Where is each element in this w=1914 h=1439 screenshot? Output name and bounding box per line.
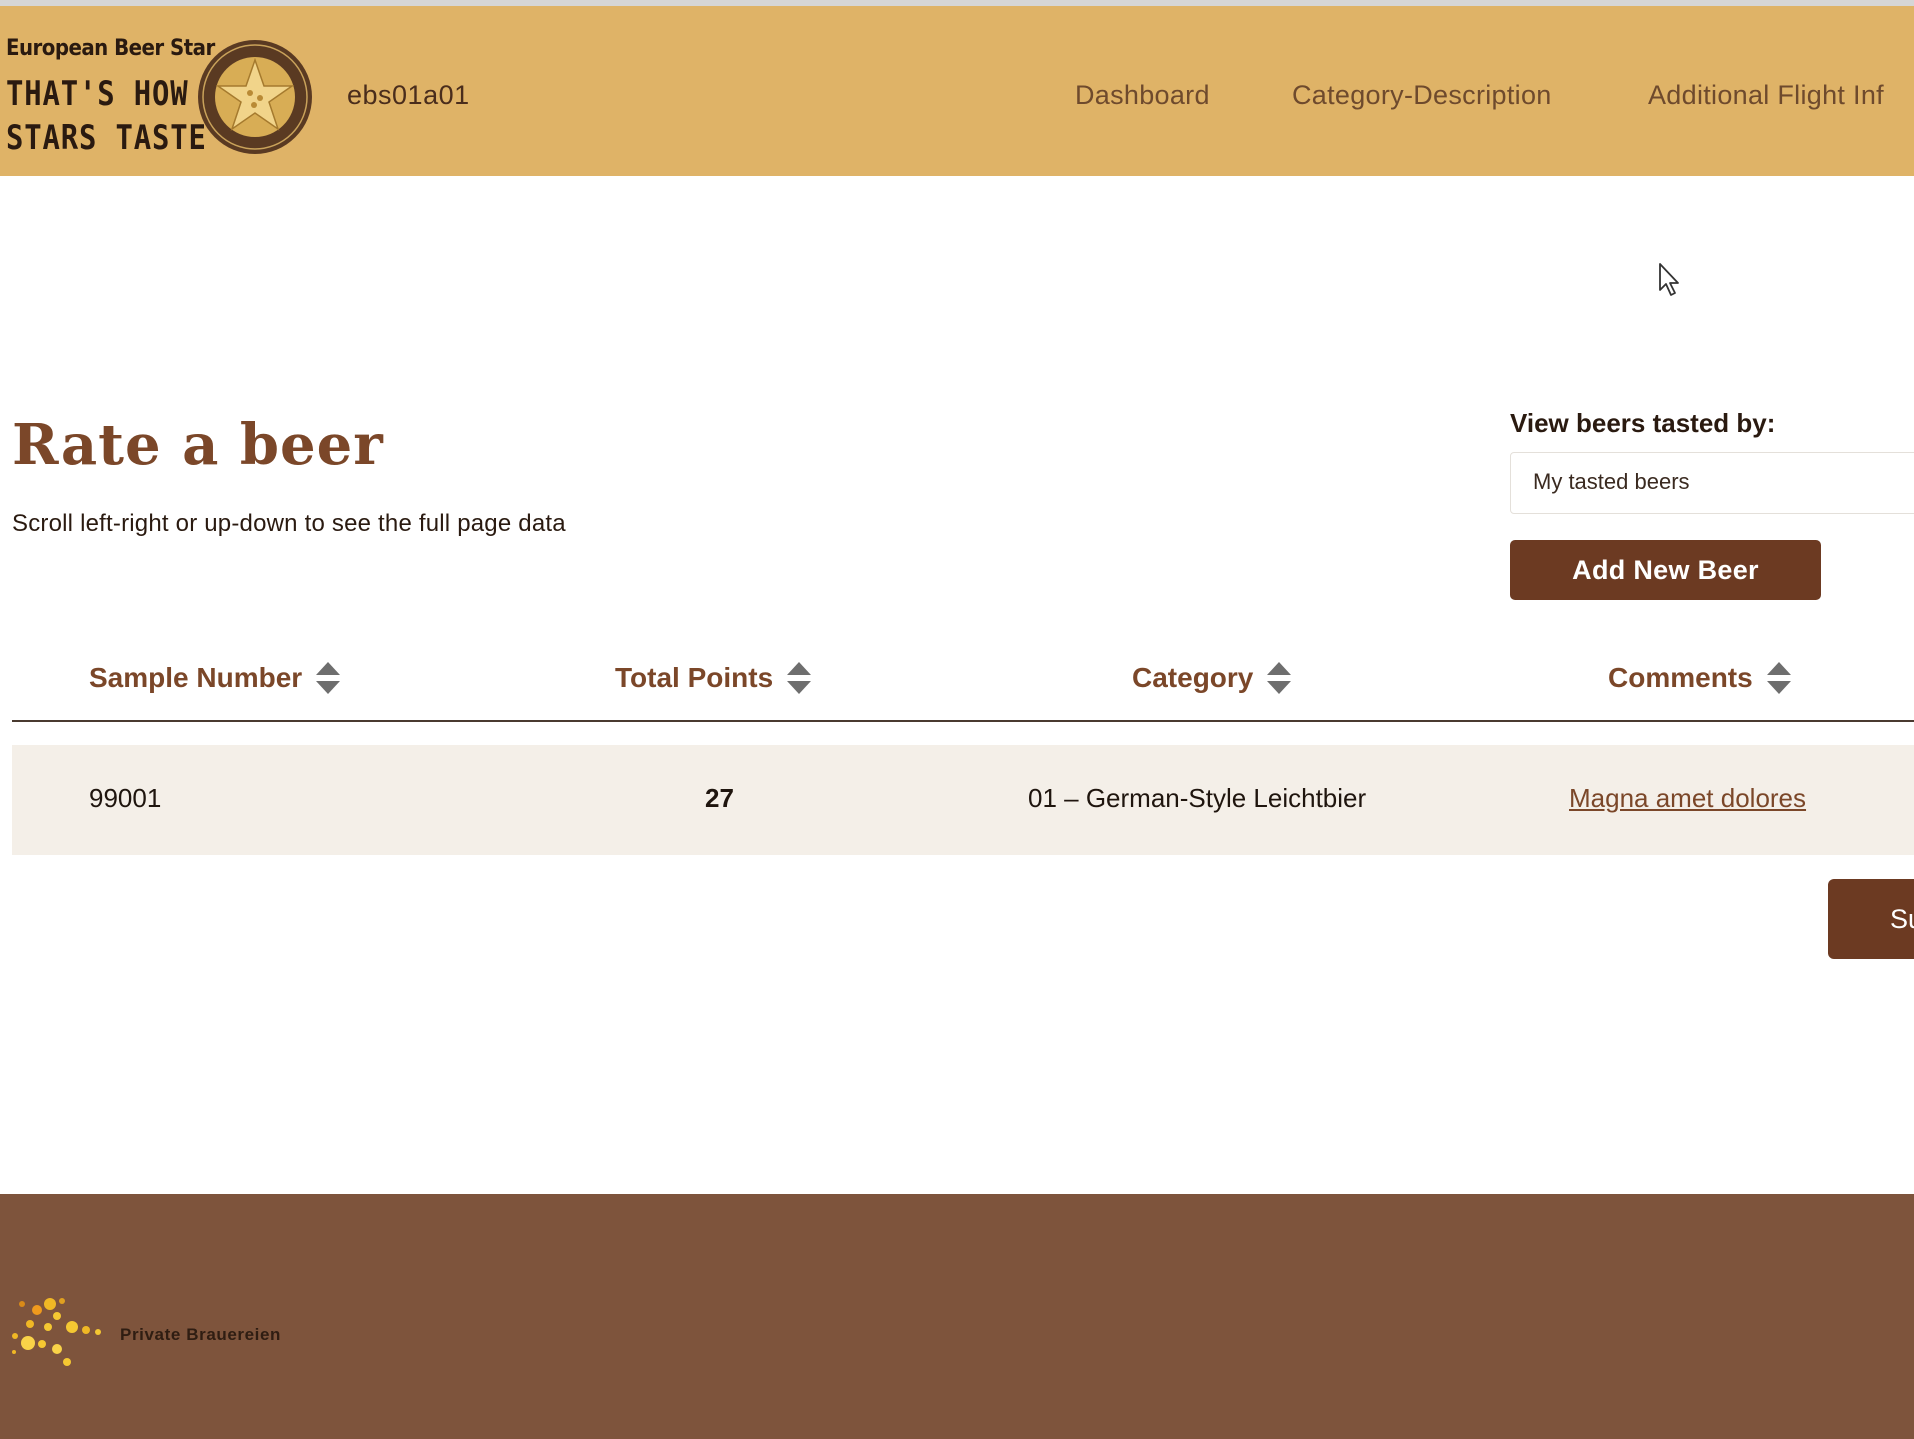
table-row[interactable]: 99001 27 01 – German-Style Leichtbier Ma… [12,745,1914,855]
add-new-beer-button[interactable]: Add New Beer [1510,540,1821,600]
column-header-category[interactable]: Category [1132,662,1292,694]
nav-dashboard[interactable]: Dashboard [1075,80,1210,111]
column-label: Total Points [615,662,774,693]
nav-category-description[interactable]: Category-Description [1292,80,1552,111]
cell-comments-link[interactable]: Magna amet dolores [1569,783,1806,814]
site-footer: Private Brauereien [0,1194,1914,1439]
column-label: Comments [1608,662,1753,693]
column-header-comments[interactable]: Comments [1608,662,1791,694]
mouse-cursor-icon [1659,263,1679,296]
table-header: Sample Number Total Points Category Comm… [12,650,1914,722]
site-header: European Beer Star THAT'S HOW STARS TAST… [0,6,1914,176]
page-subtitle: Scroll left-right or up-down to see the … [12,510,566,537]
main-nav: Dashboard Category-Description Additiona… [0,80,1914,120]
view-beers-select[interactable]: My tasted beers [1510,452,1914,514]
sort-icon[interactable] [1766,662,1791,694]
cell-category: 01 – German-Style Leichtbier [1028,783,1367,813]
footer-brand: Private Brauereien [120,1325,282,1344]
column-header-sample-number[interactable]: Sample Number [89,662,341,694]
column-label: Sample Number [89,662,303,693]
page-title: Rate a beer [12,412,384,478]
dots-logo-icon [12,1298,101,1366]
logo-slogan-line2: STARS TASTE [6,118,207,158]
view-beers-selected-value: My tasted beers [1533,469,1690,494]
logo-brand-small: European Beer Star [6,36,215,61]
cell-sample-number: 99001 [89,783,162,813]
cell-total-points: 27 [705,783,734,813]
submit-button[interactable]: Su [1828,879,1914,959]
sort-icon[interactable] [787,662,812,694]
column-label: Category [1132,662,1254,693]
column-header-total-points[interactable]: Total Points [615,662,812,694]
sort-icon[interactable] [1267,662,1292,694]
view-beers-label: View beers tasted by: [1510,408,1776,438]
nav-additional-flight-info[interactable]: Additional Flight Inf [1648,80,1884,111]
sort-icon[interactable] [316,662,341,694]
